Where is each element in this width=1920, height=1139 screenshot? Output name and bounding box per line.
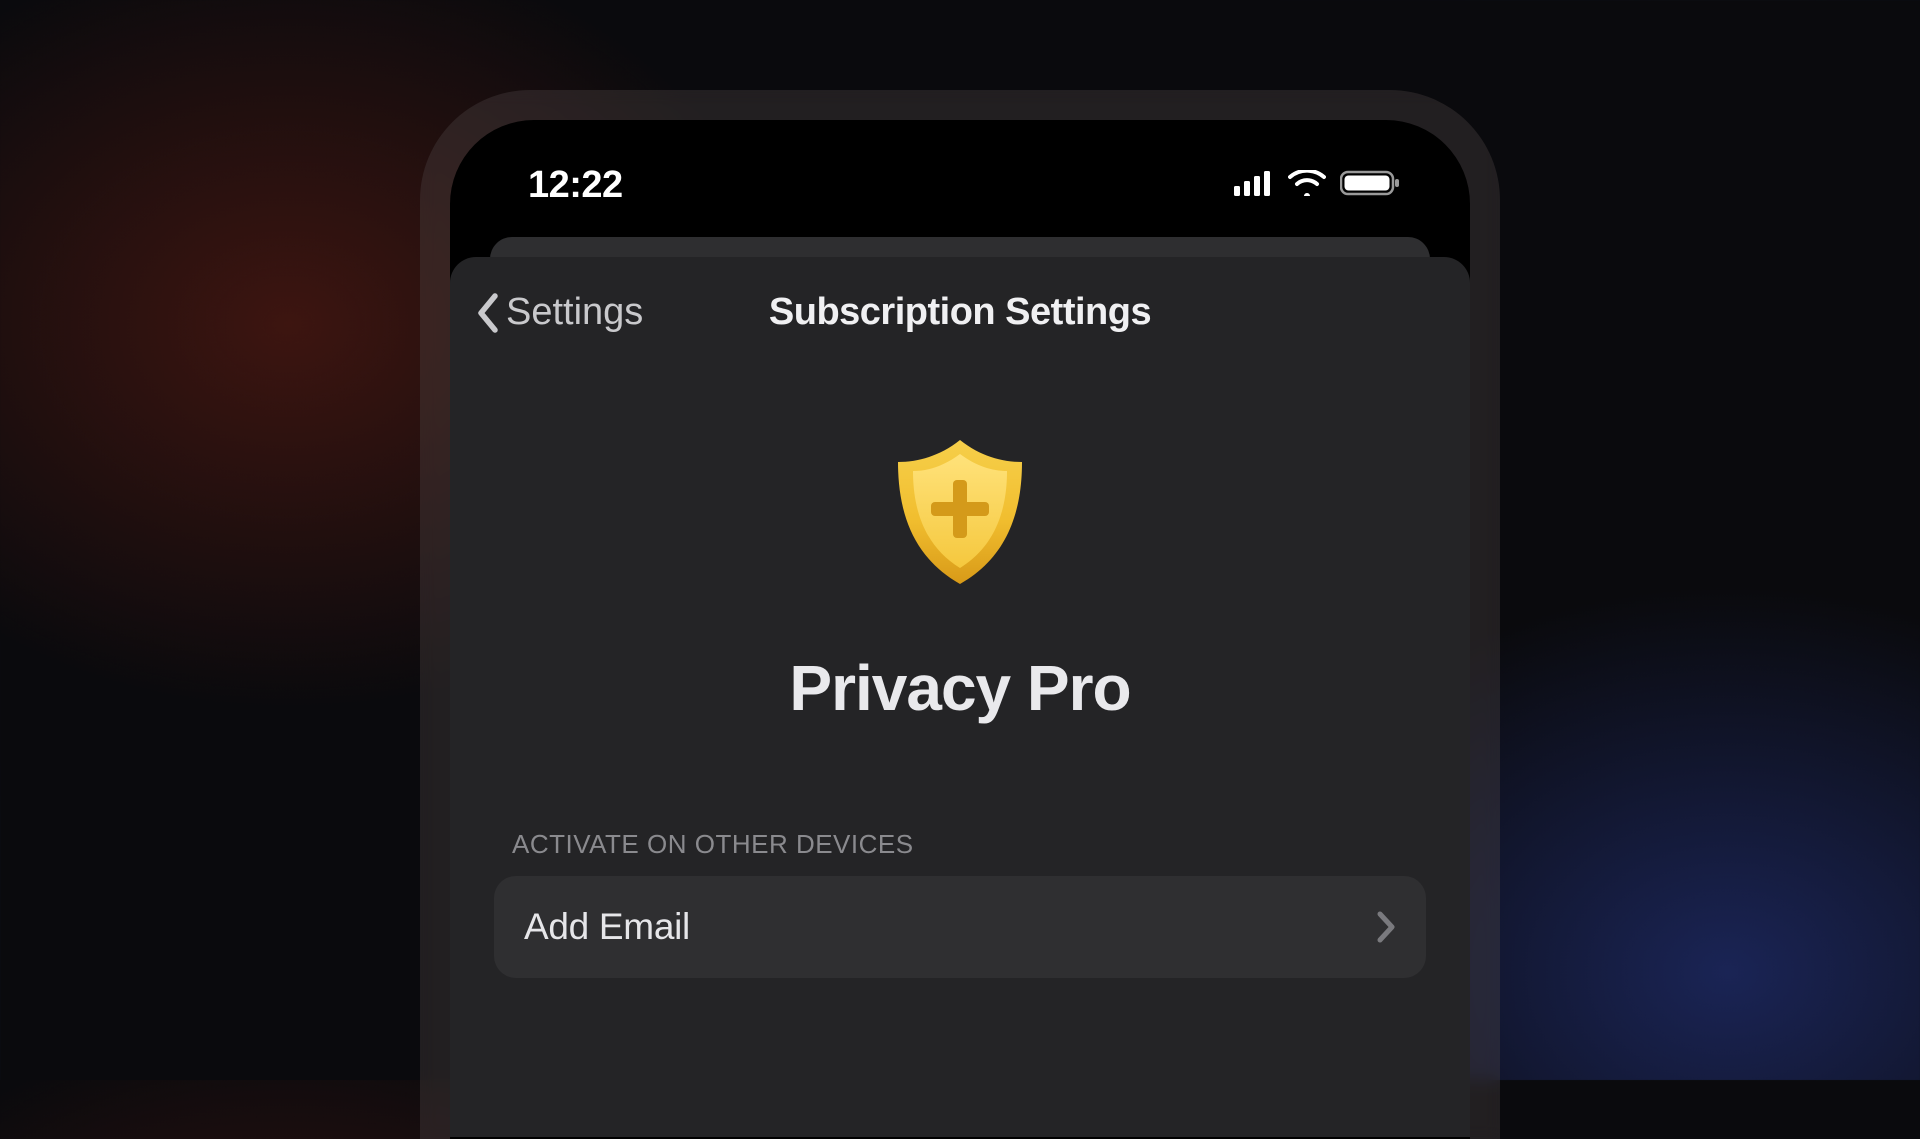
phone-frame: 12:22 xyxy=(420,90,1500,1139)
add-email-row[interactable]: Add Email xyxy=(494,876,1426,978)
wifi-icon xyxy=(1288,170,1326,201)
add-email-label: Add Email xyxy=(524,906,690,948)
plan-hero: Privacy Pro xyxy=(450,346,1470,755)
status-time: 12:22 xyxy=(528,164,623,207)
section-header-activate: ACTIVATE ON OTHER DEVICES xyxy=(450,755,1470,876)
status-bar: 12:22 xyxy=(450,120,1470,237)
background-card-peek xyxy=(490,237,1430,259)
plan-name: Privacy Pro xyxy=(470,651,1450,725)
chevron-right-icon xyxy=(1376,910,1396,944)
shield-plus-icon xyxy=(880,432,1040,592)
back-label: Settings xyxy=(506,291,643,334)
status-icons xyxy=(1234,170,1402,201)
nav-bar: Settings Subscription Settings xyxy=(450,257,1470,346)
subscription-settings-sheet: Settings Subscription Settings xyxy=(450,257,1470,1137)
phone-screen: 12:22 xyxy=(450,120,1470,1139)
page-title: Subscription Settings xyxy=(769,291,1151,334)
cellular-icon xyxy=(1234,170,1274,201)
chevron-left-icon xyxy=(474,292,502,334)
back-button[interactable]: Settings xyxy=(474,291,643,334)
battery-icon xyxy=(1340,170,1402,201)
